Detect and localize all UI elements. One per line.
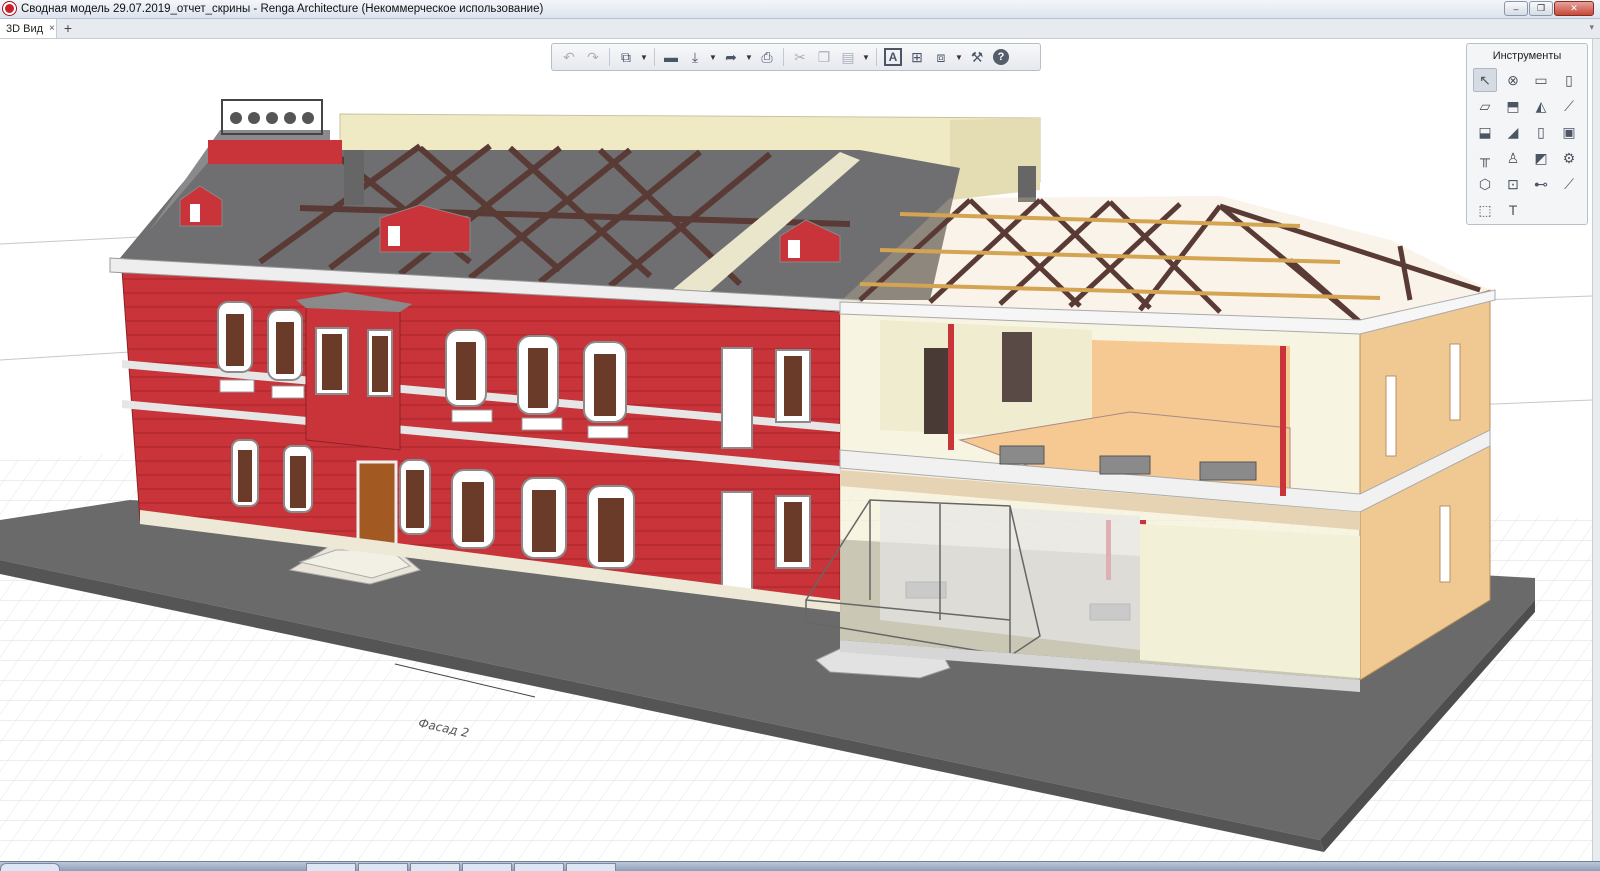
paste-dropdown-chevron-icon[interactable]: ▼ [861, 46, 871, 68]
dimension-icon[interactable]: ⊷ [1529, 172, 1553, 196]
save-dropdown-chevron-icon[interactable]: ▼ [708, 46, 718, 68]
tools-panel-title: Инструменты [1492, 50, 1562, 62]
building-3d-model [0, 99, 1592, 860]
toolbar-separator [609, 48, 610, 66]
copy-icon[interactable]: ❐ [813, 46, 835, 68]
minimize-button[interactable]: – [1504, 1, 1528, 16]
add-tab-button[interactable]: + [60, 20, 76, 36]
window-title: Сводная модель 29.07.2019_отчет_скрины -… [21, 3, 544, 15]
wall-icon[interactable]: ▯ [1557, 68, 1581, 92]
ramp-icon[interactable]: ⬓ [1473, 120, 1497, 144]
tools-panel: Инструменты ↖ ⊗ ▭ ▯ ▱ ⬒ ◭ ⟋ ⬓ ◢ ▯ ▣ ╥ ♙ … [1466, 43, 1588, 225]
tab-label: 3D Вид [6, 22, 44, 35]
window-controls: – ❐ ✕ [1504, 1, 1594, 16]
window-icon[interactable]: ▣ [1557, 120, 1581, 144]
line-icon[interactable]: ⟋ [1557, 172, 1581, 196]
3d-viewport[interactable]: Фасад 2 [0, 39, 1592, 861]
axes-icon[interactable]: ⊗ [1501, 68, 1525, 92]
door-icon[interactable]: ▯ [1529, 120, 1553, 144]
text-style-glyph: A [884, 48, 902, 66]
layers-icon[interactable]: ⧈ [930, 46, 952, 68]
stair-icon[interactable]: ◢ [1501, 120, 1525, 144]
layers-dropdown-chevron-icon[interactable]: ▼ [954, 46, 964, 68]
views-icon[interactable]: ⧉ [615, 46, 637, 68]
opening-icon[interactable]: ⊡ [1501, 172, 1525, 196]
right-scroll-strip[interactable] [1592, 39, 1600, 861]
views-dropdown-chevron-icon[interactable]: ▼ [639, 46, 649, 68]
tab-3d-view[interactable]: 3D Вид × [0, 19, 57, 38]
redo-icon[interactable]: ↷ [582, 46, 604, 68]
toolbar-separator [876, 48, 877, 66]
select-cursor-icon[interactable]: ↖ [1473, 68, 1497, 92]
undo-icon[interactable]: ↶ [558, 46, 580, 68]
beam-icon[interactable]: ⟋ [1557, 94, 1581, 118]
text-style-icon[interactable]: A [882, 46, 904, 68]
export-icon[interactable]: ➦ [720, 46, 742, 68]
settings-wrench-icon[interactable]: ⚒ [966, 46, 988, 68]
foundation-icon[interactable]: ◩ [1529, 146, 1553, 170]
tab-list-chevron-icon[interactable]: ▾ [1589, 22, 1594, 33]
paste-icon[interactable]: ▤ [837, 46, 859, 68]
railing-icon[interactable]: ╥ [1473, 146, 1497, 170]
level-icon[interactable]: ▭ [1529, 68, 1553, 92]
help-icon[interactable]: ? [990, 46, 1012, 68]
equipment-icon[interactable]: ⚙ [1557, 146, 1581, 170]
structure-icon[interactable]: ⊞ [906, 46, 928, 68]
cut-icon[interactable]: ✂ [789, 46, 811, 68]
tools-grid: ↖ ⊗ ▭ ▯ ▱ ⬒ ◭ ⟋ ⬓ ◢ ▯ ▣ ╥ ♙ ◩ ⚙ ⬡ ⊡ ⊷ ⟋ … [1473, 68, 1583, 224]
tab-bar: 3D Вид × + ▾ [0, 19, 1600, 39]
open-icon[interactable]: ▬ [660, 46, 682, 68]
print-icon[interactable]: ⎙ [756, 46, 778, 68]
renga-logo-icon [3, 2, 16, 15]
restore-button[interactable]: ❐ [1529, 1, 1553, 16]
slab-icon[interactable]: ▱ [1473, 94, 1497, 118]
roof-icon[interactable]: ◭ [1529, 94, 1553, 118]
toolbar-separator [654, 48, 655, 66]
save-icon[interactable]: ⤓ [684, 46, 706, 68]
tab-close-icon[interactable]: × [49, 23, 55, 34]
export-dropdown-chevron-icon[interactable]: ▼ [744, 46, 754, 68]
room-icon[interactable]: ⬡ [1473, 172, 1497, 196]
floor-icon[interactable]: ⬒ [1501, 94, 1525, 118]
column-icon[interactable]: ♙ [1501, 146, 1525, 170]
close-button[interactable]: ✕ [1554, 1, 1594, 16]
title-bar: Сводная модель 29.07.2019_отчет_скрины -… [0, 0, 1600, 19]
help-glyph: ? [993, 49, 1009, 65]
toolbar-separator [783, 48, 784, 66]
text-tool-icon[interactable]: T [1501, 198, 1525, 222]
hatch-icon[interactable]: ⬚ [1473, 198, 1497, 222]
main-toolbar: ↶ ↷ ⧉ ▼ ▬ ⤓ ▼ ➦ ▼ ⎙ ✂ ❐ ▤ ▼ A ⊞ ⧈ ▼ ⚒ ? [551, 43, 1041, 71]
